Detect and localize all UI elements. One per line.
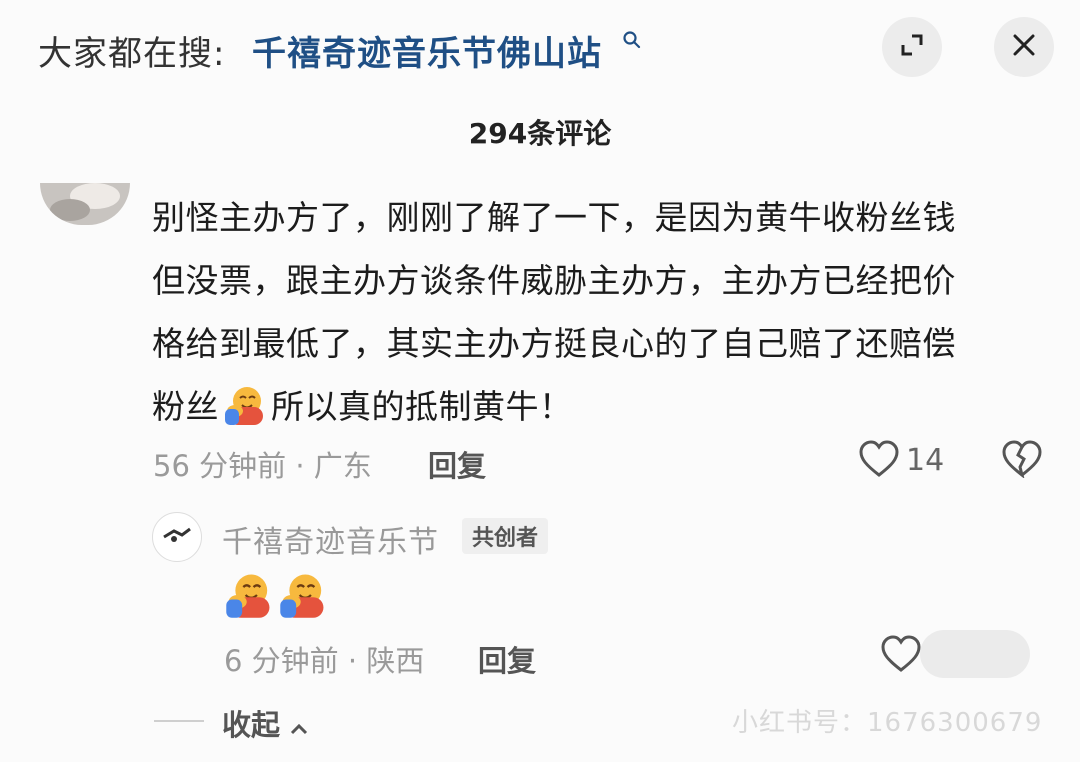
cocreator-badge: 共创者 (462, 518, 549, 554)
close-icon (1010, 31, 1038, 63)
hugging-face-emoji-icon (224, 570, 274, 620)
header: 大家都在搜: 千禧奇迹音乐节佛山站 (0, 0, 1080, 100)
chevron-up-icon (290, 708, 308, 742)
reply-author[interactable]: 千禧奇迹音乐节 (222, 517, 439, 561)
like-count: 14 (906, 443, 945, 478)
hugging-face-emoji-icon (223, 383, 267, 427)
divider (154, 720, 204, 722)
expand-button[interactable] (882, 17, 942, 77)
search-prefix: 大家都在搜: (38, 34, 226, 74)
broken-heart-icon[interactable] (1001, 440, 1043, 482)
comment-count-title: 294条评论 (468, 117, 612, 150)
comment-line-start: 粉丝 (152, 387, 219, 426)
reply-button[interactable]: 回复 (428, 443, 486, 485)
close-button[interactable] (994, 17, 1054, 77)
reply-button[interactable]: 回复 (478, 638, 536, 680)
collapse-button[interactable]: 收起 (222, 702, 308, 744)
comment-time-location: 56 分钟前 · 广东 (153, 449, 372, 483)
watermark-text: 小红书号：1676300679 (732, 708, 1043, 738)
avatar[interactable] (40, 183, 130, 225)
reply-text (224, 570, 332, 620)
comment-line: 粉丝 所以真的抵制黄牛！ (152, 375, 1052, 438)
watermark-overlay (920, 630, 1030, 678)
search-term-link[interactable]: 千禧奇迹音乐节佛山站 (252, 26, 602, 75)
collapse-label: 收起 (222, 708, 281, 742)
reply-avatar[interactable] (152, 512, 202, 562)
search-icon[interactable] (622, 30, 642, 54)
comment-line: 格给到最低了，其实主办方挺良心的了自己赔了还赔偿 (152, 324, 956, 363)
comment-line: 但没票，跟主办方谈条件威胁主办方，主办方已经把价 (152, 261, 956, 300)
logo-icon (162, 525, 192, 549)
reply-time-location: 6 分钟前 · 陕西 (224, 644, 425, 678)
hugging-face-emoji-icon (278, 570, 328, 620)
comment-line: 别怪主办方了，刚刚了解了一下，是因为黄牛收粉丝钱 (152, 198, 956, 237)
expand-icon (898, 31, 926, 63)
heart-icon[interactable] (880, 635, 922, 677)
heart-icon[interactable] (858, 440, 900, 482)
comment-line-end: 所以真的抵制黄牛！ (271, 387, 573, 426)
comment-text: 别怪主办方了，刚刚了解了一下，是因为黄牛收粉丝钱 但没票，跟主办方谈条件威胁主办… (152, 186, 1052, 438)
